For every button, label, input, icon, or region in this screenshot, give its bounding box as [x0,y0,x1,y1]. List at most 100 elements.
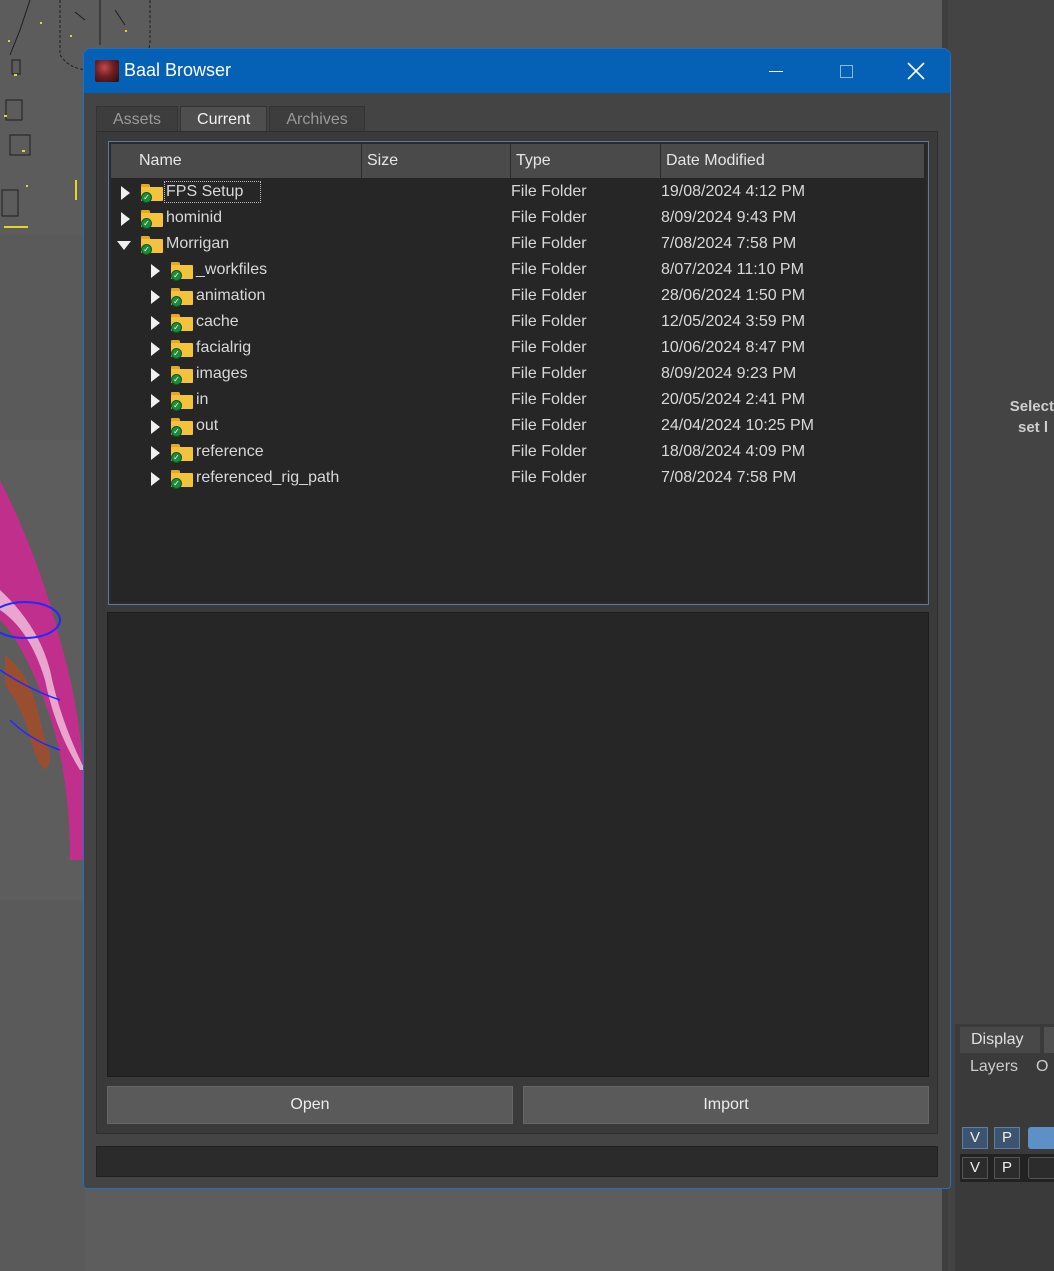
folder-name: FPS Setup [163,181,262,203]
maximize-icon [839,64,853,78]
synced-folder-icon: ✓ [171,314,193,333]
layer-row[interactable]: V P [960,1124,1054,1152]
synced-folder-icon: ✓ [141,184,163,203]
tree-row[interactable]: ✓ images File Folder 8/09/2024 9:23 PM [111,362,924,388]
folder-type: File Folder [511,391,587,408]
folder-type: File Folder [511,313,587,330]
minimize-icon [769,70,783,72]
folder-date-modified: 7/08/2024 7:58 PM [661,469,797,486]
expand-arrow-right-icon[interactable] [151,264,160,278]
synced-folder-icon: ✓ [171,444,193,463]
folder-tree-view[interactable]: Name Size Type Date Modified ✓ FPS Setup F… [108,141,929,605]
expand-arrow-right-icon[interactable] [151,316,160,330]
layer-playback-toggle[interactable]: P [994,1157,1020,1179]
folder-name: referenced_rig_path [196,469,340,486]
tree-row[interactable]: ✓ cache File Folder 12/05/2024 3:59 PM [111,310,924,336]
expand-arrow-right-icon[interactable] [151,420,160,434]
synced-folder-icon: ✓ [171,392,193,411]
tree-row[interactable]: ✓ animation File Folder 28/06/2024 1:50 PM [111,284,924,310]
folder-date-modified: 20/05/2024 2:41 PM [661,391,806,408]
folder-name: out [196,417,219,434]
tab-assets[interactable]: Assets [96,106,179,131]
folder-date-modified: 8/09/2024 9:43 PM [661,209,797,226]
tab-display[interactable]: Display [960,1027,1040,1053]
column-header-date-modified[interactable]: Date Modified [661,144,924,178]
column-header-type[interactable]: Type [511,144,661,178]
folder-date-modified: 12/05/2024 3:59 PM [661,313,806,330]
tree-row[interactable]: ✓ Morrigan File Folder 7/08/2024 7:58 PM [111,232,924,258]
hint-line-1: Select [1009,398,1054,415]
folder-name: facialrig [196,339,252,356]
synced-folder-icon: ✓ [171,470,193,489]
baal-browser-window: Baal Browser Assets Current Archives Nam… [83,48,951,1189]
folder-date-modified: 19/08/2024 4:12 PM [661,183,806,200]
column-header-name[interactable]: Name [111,144,362,178]
viewport-character-model [0,440,90,900]
folder-date-modified: 28/06/2024 1:50 PM [661,287,806,304]
layer-color-swatch[interactable] [1028,1127,1054,1149]
baal-dragon-icon [95,60,119,82]
tree-row[interactable]: ✓ out File Folder 24/04/2024 10:25 PM [111,414,924,440]
layer-row[interactable]: V P [960,1154,1054,1182]
layer-color-swatch[interactable] [1028,1157,1054,1179]
layer-playback-toggle[interactable]: P [994,1127,1020,1149]
synced-folder-icon: ✓ [171,288,193,307]
folder-name: reference [196,443,264,460]
attribute-editor-hint: Select set l [1010,396,1054,438]
folder-date-modified: 8/07/2024 11:10 PM [661,261,804,278]
expand-arrow-right-icon[interactable] [151,472,160,486]
folder-type: File Folder [511,209,587,226]
expand-arrow-right-icon[interactable] [151,368,160,382]
folder-name: _workfiles [196,261,268,278]
folder-type: File Folder [511,183,587,200]
tree-row[interactable]: ✓ hominid File Folder 8/09/2024 9:43 PM [111,206,924,232]
synced-folder-icon: ✓ [141,210,163,229]
tab-archives[interactable]: Archives [269,106,365,131]
expand-arrow-right-icon[interactable] [121,212,130,226]
folder-date-modified: 10/06/2024 8:47 PM [661,339,806,356]
title-bar[interactable]: Baal Browser [84,49,950,93]
tree-row[interactable]: ✓ reference File Folder 18/08/2024 4:09 PM [111,440,924,466]
preview-pane [107,612,929,1077]
expand-arrow-right-icon[interactable] [151,290,160,304]
close-icon [907,62,925,80]
folder-name: cache [196,313,239,330]
folder-type: File Folder [511,339,587,356]
minimize-button[interactable] [741,49,811,93]
menu-layers[interactable]: Layers [970,1058,1018,1075]
tree-row[interactable]: ✓ in File Folder 20/05/2024 2:41 PM [111,388,924,414]
menu-options[interactable]: O [1036,1058,1048,1075]
tree-row[interactable]: ✓ _workfiles File Folder 8/07/2024 11:10 PM [111,258,924,284]
tab-bar: Assets Current Archives [96,106,367,131]
folder-type: File Folder [511,417,587,434]
tree-row[interactable]: ✓ facialrig File Folder 10/06/2024 8:47 PM [111,336,924,362]
expand-arrow-right-icon[interactable] [151,446,160,460]
layer-menu-bar: Layers O [970,1058,1054,1076]
folder-type: File Folder [511,261,587,278]
folder-name: animation [196,287,266,304]
column-header-size[interactable]: Size [362,144,511,178]
tab-current[interactable]: Current [180,106,268,131]
expand-arrow-right-icon[interactable] [151,394,160,408]
open-button[interactable]: Open [107,1086,513,1124]
layer-visibility-toggle[interactable]: V [962,1127,988,1149]
maximize-button[interactable] [811,49,881,93]
window-title: Baal Browser [124,60,232,80]
folder-date-modified: 7/08/2024 7:58 PM [661,235,797,252]
synced-folder-icon: ✓ [171,418,193,437]
tree-row[interactable]: ✓ FPS Setup File Folder 19/08/2024 4:12 PM [111,180,924,206]
tree-viewport: Name Size Type Date Modified ✓ FPS Setup F… [111,144,926,602]
layer-visibility-toggle[interactable]: V [962,1157,988,1179]
tab-next[interactable] [1044,1027,1054,1053]
tree-header: Name Size Type Date Modified [111,144,924,178]
synced-folder-icon: ✓ [171,340,193,359]
close-button[interactable] [881,49,950,93]
folder-type: File Folder [511,235,587,252]
expand-arrow-down-icon[interactable] [117,241,131,250]
folder-name: Morrigan [166,235,230,252]
tree-row[interactable]: ✓ referenced_rig_path File Folder 7/08/2024… [111,466,924,492]
expand-arrow-right-icon[interactable] [151,342,160,356]
expand-arrow-right-icon[interactable] [121,186,130,200]
folder-type: File Folder [511,469,587,486]
import-button[interactable]: Import [523,1086,929,1124]
